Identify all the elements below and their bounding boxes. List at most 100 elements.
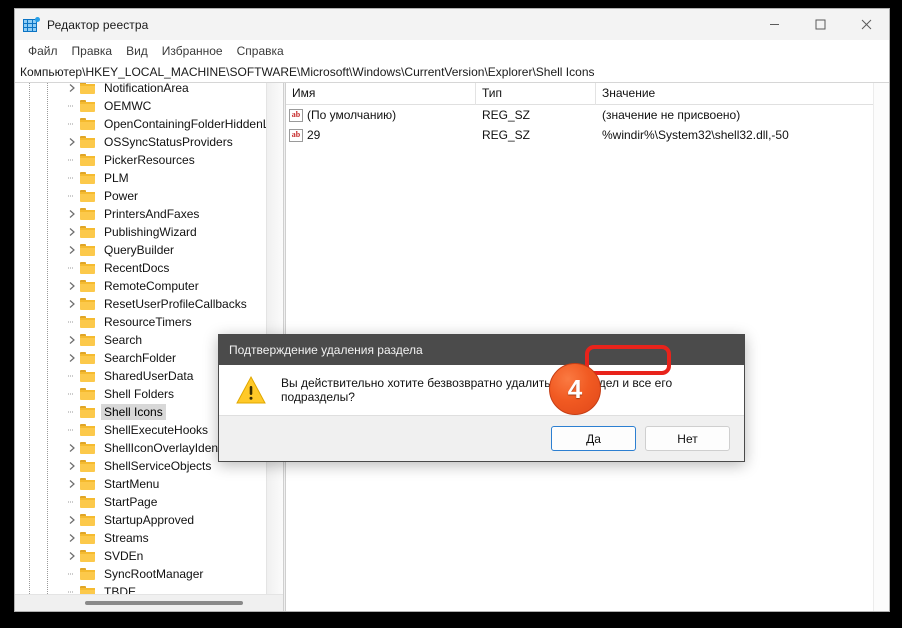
step-number-label: 4: [567, 374, 583, 404]
tree-item-label: StartPage: [104, 495, 158, 509]
menu-item-favorites[interactable]: Избранное: [155, 42, 230, 60]
tree-item[interactable]: PrintersAndFaxes: [15, 205, 266, 223]
folder-icon: [79, 188, 97, 204]
chevron-right-icon[interactable]: [65, 353, 79, 363]
tree-item[interactable]: PLM: [15, 169, 266, 187]
title-bar: Редактор реестра: [15, 9, 889, 40]
tree-item[interactable]: SyncRootManager: [15, 565, 266, 583]
column-header-name[interactable]: Имя: [286, 83, 476, 105]
tree-item-label: RecentDocs: [104, 261, 170, 275]
tree-item[interactable]: RecentDocs: [15, 259, 266, 277]
tree-item[interactable]: StartPage: [15, 493, 266, 511]
menu-bar: Файл Правка Вид Избранное Справка: [15, 40, 889, 62]
chevron-right-icon[interactable]: [65, 299, 79, 309]
dialog-yes-button[interactable]: Да: [551, 426, 636, 451]
tree-item[interactable]: TBDE: [15, 583, 266, 594]
dialog-no-button[interactable]: Нет: [645, 426, 730, 451]
menu-item-view[interactable]: Вид: [119, 42, 155, 60]
tree-item[interactable]: NotificationArea: [15, 83, 266, 97]
tree-leaf-spacer: [65, 101, 79, 111]
folder-icon: [79, 350, 97, 366]
tree-item-label: Shell Icons: [101, 404, 166, 420]
chevron-right-icon[interactable]: [65, 137, 79, 147]
dialog-message: Вы действительно хотите безвозвратно уда…: [281, 376, 673, 404]
tree-item[interactable]: ResetUserProfileCallbacks: [15, 295, 266, 313]
values-vertical-scrollbar[interactable]: [873, 83, 889, 611]
maximize-button[interactable]: [797, 9, 843, 40]
tree-item[interactable]: StartMenu: [15, 475, 266, 493]
tree-horizontal-scrollbar[interactable]: [15, 594, 283, 611]
folder-icon: [79, 152, 97, 168]
column-header-type[interactable]: Тип: [476, 83, 596, 105]
minimize-button[interactable]: [751, 9, 797, 40]
chevron-right-icon[interactable]: [65, 209, 79, 219]
tree-item[interactable]: RemoteComputer: [15, 277, 266, 295]
tree-item[interactable]: OSSyncStatusProviders: [15, 133, 266, 151]
tree-item-label: TBDE: [104, 585, 137, 594]
chevron-right-icon[interactable]: [65, 443, 79, 453]
menu-item-help[interactable]: Справка: [230, 42, 291, 60]
tree-hscroll-thumb[interactable]: [85, 601, 243, 605]
values-table-header: Имя Тип Значение: [286, 83, 889, 105]
folder-icon: [79, 242, 97, 258]
string-value-icon: ab: [289, 108, 303, 122]
tree-item[interactable]: ResourceTimers: [15, 313, 266, 331]
folder-icon: [79, 296, 97, 312]
folder-icon: [79, 206, 97, 222]
tree-leaf-spacer: [65, 407, 79, 417]
tree-item-label: SearchFolder: [104, 351, 177, 365]
folder-icon: [79, 368, 97, 384]
tree-item[interactable]: PublishingWizard: [15, 223, 266, 241]
tree-item[interactable]: Streams: [15, 529, 266, 547]
tree-item-label: ShellServiceObjects: [104, 459, 212, 473]
tree-item[interactable]: OpenContainingFolderHiddenList: [15, 115, 266, 133]
column-header-value[interactable]: Значение: [596, 83, 889, 105]
tree-item[interactable]: StartupApproved: [15, 511, 266, 529]
tree-item[interactable]: PickerResources: [15, 151, 266, 169]
chevron-right-icon[interactable]: [65, 551, 79, 561]
chevron-right-icon[interactable]: [65, 281, 79, 291]
folder-icon: [79, 170, 97, 186]
table-row[interactable]: ab 29 REG_SZ %windir%\System32\shell32.dll,…: [286, 125, 889, 145]
tree-item-label: PrintersAndFaxes: [104, 207, 200, 221]
chevron-right-icon[interactable]: [65, 245, 79, 255]
close-button[interactable]: [843, 9, 889, 40]
menu-item-file[interactable]: Файл: [21, 42, 65, 60]
table-row[interactable]: ab (По умолчанию) REG_SZ (значение не присв…: [286, 105, 889, 125]
chevron-right-icon[interactable]: [65, 227, 79, 237]
chevron-right-icon[interactable]: [65, 515, 79, 525]
window-title: Редактор реестра: [47, 17, 149, 32]
chevron-right-icon[interactable]: [65, 335, 79, 345]
chevron-right-icon[interactable]: [65, 461, 79, 471]
tree-leaf-spacer: [65, 425, 79, 435]
tree-item[interactable]: Power: [15, 187, 266, 205]
tree-item[interactable]: OEMWC: [15, 97, 266, 115]
address-bar[interactable]: Компьютер\HKEY_LOCAL_MACHINE\SOFTWARE\Mi…: [15, 62, 889, 83]
chevron-right-icon[interactable]: [65, 479, 79, 489]
chevron-right-icon[interactable]: [65, 533, 79, 543]
tree-item-label: Streams: [104, 531, 149, 545]
folder-icon: [79, 260, 97, 276]
folder-icon: [79, 566, 97, 582]
tree-item[interactable]: QueryBuilder: [15, 241, 266, 259]
tree-item[interactable]: SVDEn: [15, 547, 266, 565]
folder-icon: [79, 224, 97, 240]
step-number-badge: 4: [549, 363, 601, 415]
tree-item-label: Power: [104, 189, 139, 203]
tree-leaf-spacer: [65, 191, 79, 201]
menu-item-edit[interactable]: Правка: [65, 42, 120, 60]
folder-icon: [79, 404, 97, 420]
chevron-right-icon[interactable]: [65, 83, 79, 93]
